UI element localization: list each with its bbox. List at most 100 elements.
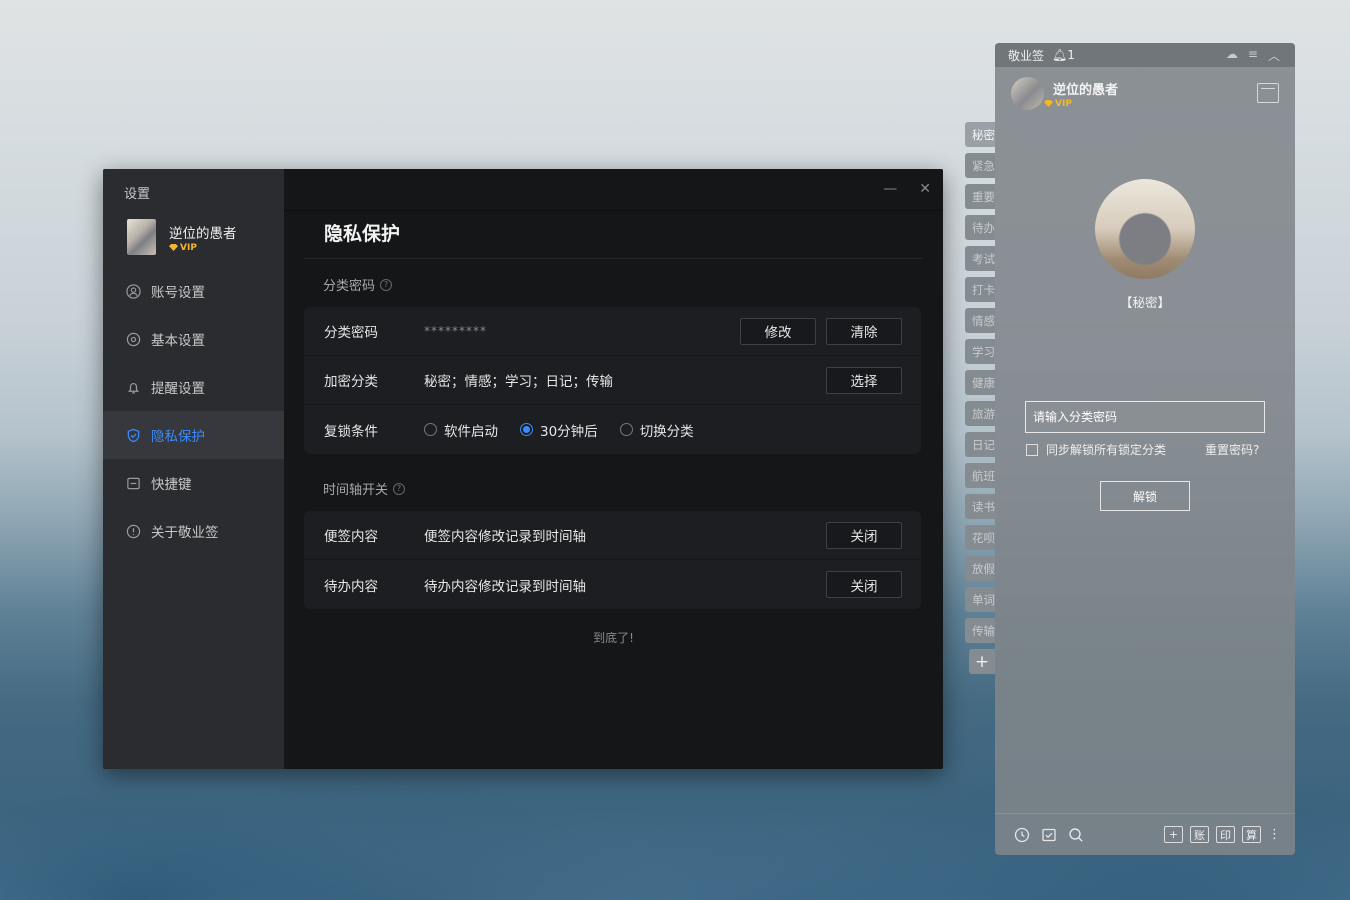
- modify-password-button[interactable]: 修改: [740, 317, 816, 345]
- toggle-todo-timeline-button[interactable]: 关闭: [826, 571, 902, 598]
- reset-password-link[interactable]: 重置密码?: [1205, 441, 1259, 458]
- panel-titlebar: 敬业签 🔔︎ 1 ☁ ≡ ︿: [995, 43, 1295, 67]
- row-label: 加密分类: [324, 374, 378, 390]
- nav-item-about[interactable]: 关于敬业签: [103, 507, 284, 555]
- cloud-icon[interactable]: ☁: [1226, 47, 1238, 64]
- category-tab[interactable]: 学习: [965, 339, 995, 364]
- category-tab[interactable]: 秘密: [965, 122, 995, 147]
- nav-item-privacy[interactable]: 隐私保护: [103, 411, 284, 459]
- clear-password-button[interactable]: 清除: [826, 317, 902, 345]
- row-label: 复锁条件: [324, 423, 378, 440]
- panel-user[interactable]: 逆位的愚者 VIP: [1011, 77, 1118, 110]
- toggle-note-timeline-button[interactable]: 关闭: [826, 521, 902, 549]
- user-name: 逆位的愚者: [169, 225, 237, 242]
- category-tab[interactable]: 旅游: [965, 401, 995, 426]
- gear-icon: [125, 331, 141, 347]
- user-name: 逆位的愚者: [1053, 82, 1119, 98]
- sticky-panel: 敬业签 🔔︎ 1 ☁ ≡ ︿ 逆位的愚者 VIP 【秘密】 请输入分类密码 同步…: [995, 43, 1295, 855]
- menu-icon[interactable]: ≡: [1248, 47, 1258, 64]
- more-icon[interactable]: ⋮: [1268, 827, 1281, 842]
- settings-row: 待办内容 待办内容修改记录到时间轴 关闭: [304, 560, 921, 609]
- radio-switch-category[interactable]: 切换分类: [619, 420, 694, 440]
- section-title-timeline: 时间轴开关?: [323, 479, 406, 498]
- add-note-button[interactable]: +: [1164, 826, 1183, 843]
- radio-circle: [424, 423, 437, 436]
- radio-software-start[interactable]: 软件启动: [424, 420, 498, 440]
- minimize-icon[interactable]: —: [883, 181, 897, 197]
- vip-badge: VIP: [1044, 99, 1118, 109]
- help-icon[interactable]: ?: [380, 278, 393, 291]
- category-tab[interactable]: 紧急: [965, 153, 995, 178]
- vip-badge: VIP: [169, 243, 237, 253]
- radio-circle: [520, 423, 533, 436]
- end-of-list-text: 到底了!: [593, 631, 634, 645]
- settings-window: 设置 逆位的愚者 VIP 账号设置 基本设置 提醒设置 隐私保护 快捷键 关于敬…: [103, 169, 943, 769]
- clock-icon[interactable]: [1013, 826, 1031, 844]
- category-tab[interactable]: 日记: [965, 432, 995, 457]
- category-password-input[interactable]: 请输入分类密码: [1025, 401, 1265, 433]
- radio-label: 切换分类: [639, 423, 694, 440]
- row-label: 便签内容: [324, 529, 378, 545]
- diamond-icon: [169, 244, 178, 251]
- user-profile[interactable]: 逆位的愚者 VIP: [127, 219, 237, 255]
- nav-label: 提醒设置: [151, 381, 205, 397]
- calendar-icon[interactable]: [1257, 83, 1279, 103]
- radio-label: 软件启动: [444, 423, 498, 440]
- nav-label: 基本设置: [151, 333, 205, 349]
- category-tab[interactable]: 放假: [965, 556, 995, 581]
- encrypted-categories: 秘密；情感；学习；日记；传输: [424, 374, 613, 390]
- category-tab[interactable]: 情感: [965, 308, 995, 333]
- nav-item-basic[interactable]: 基本设置: [103, 315, 284, 363]
- nav-item-shortcut[interactable]: 快捷键: [103, 459, 284, 507]
- nav-item-account[interactable]: 账号设置: [103, 267, 284, 315]
- app-name: 敬业签: [1008, 48, 1045, 63]
- search-icon[interactable]: [1067, 826, 1085, 844]
- diamond-icon: [1044, 100, 1053, 107]
- section-label: 分类密码: [323, 279, 376, 294]
- chevron-up-icon[interactable]: ︿: [1268, 47, 1280, 64]
- category-tab[interactable]: 传输: [965, 618, 995, 643]
- category-tab[interactable]: 待办: [965, 215, 995, 240]
- avatar: [1011, 77, 1044, 110]
- unlock-button[interactable]: 解锁: [1100, 481, 1190, 511]
- radio-30min[interactable]: 30分钟后: [520, 420, 598, 440]
- add-category-button[interactable]: +: [969, 649, 995, 674]
- calculator-button[interactable]: 算: [1242, 826, 1261, 843]
- window-title: 设置: [124, 187, 151, 202]
- nav-label: 关于敬业签: [151, 525, 219, 541]
- todo-icon[interactable]: [1040, 826, 1058, 844]
- settings-content: — ✕ 隐私保护 分类密码? 分类密码 ********* 修改 清除 加密分类…: [284, 169, 943, 769]
- timeline-card: 便签内容 便签内容修改记录到时间轴 关闭 待办内容 待办内容修改记录到时间轴 关…: [304, 511, 921, 609]
- settings-nav: 账号设置 基本设置 提醒设置 隐私保护 快捷键 关于敬业签: [103, 267, 284, 555]
- help-icon[interactable]: ?: [393, 482, 406, 495]
- notification-bell-icon[interactable]: 🔔︎: [1052, 48, 1067, 62]
- shield-icon: [125, 427, 141, 443]
- print-button[interactable]: 印: [1216, 826, 1235, 843]
- radio-circle: [619, 423, 633, 436]
- category-tab[interactable]: 健康: [965, 370, 995, 395]
- category-tab[interactable]: 重要: [965, 184, 995, 209]
- keyboard-icon: [125, 475, 141, 491]
- settings-row: 分类密码 ********* 修改 清除: [304, 307, 921, 356]
- category-avatar: [1095, 179, 1195, 279]
- category-tab[interactable]: 考试: [965, 246, 995, 271]
- nav-label: 隐私保护: [151, 429, 205, 445]
- section-title-password: 分类密码?: [323, 275, 393, 294]
- close-icon[interactable]: ✕: [919, 181, 931, 197]
- row-value: 便签内容修改记录到时间轴: [424, 529, 586, 545]
- row-label: 待办内容: [324, 578, 378, 595]
- page-title: 隐私保护: [324, 223, 401, 245]
- checkbox-label: 同步解锁所有锁定分类: [1046, 443, 1167, 457]
- section-label: 时间轴开关: [323, 483, 389, 498]
- account-button[interactable]: 账: [1190, 826, 1209, 843]
- category-tab[interactable]: 航班: [965, 463, 995, 488]
- sync-unlock-checkbox[interactable]: 同步解锁所有锁定分类: [1026, 441, 1166, 458]
- settings-row: 便签内容 便签内容修改记录到时间轴 关闭: [304, 511, 921, 560]
- category-tab[interactable]: 单词: [965, 587, 995, 612]
- category-tab[interactable]: 打卡: [965, 277, 995, 302]
- info-icon: [125, 523, 141, 539]
- category-tab[interactable]: 读书: [965, 494, 995, 519]
- select-categories-button[interactable]: 选择: [826, 366, 902, 394]
- nav-item-reminder[interactable]: 提醒设置: [103, 363, 284, 411]
- category-tab[interactable]: 花呗: [965, 525, 995, 550]
